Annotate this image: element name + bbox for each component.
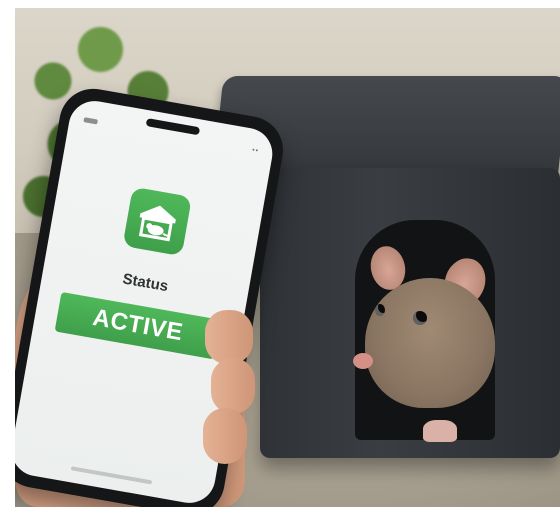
photo-scene: •• Status ACTIVE (15, 8, 560, 507)
rat-eye-left (375, 304, 385, 316)
finger (203, 408, 247, 464)
rat-nose (353, 353, 373, 369)
status-active-badge[interactable]: ACTIVE (54, 291, 222, 360)
rat-paw (423, 420, 457, 442)
rat (365, 278, 495, 408)
house-mouse-icon[interactable] (122, 186, 192, 257)
house-mouse-icon-glyph (138, 205, 176, 242)
status-bar-indicator (83, 117, 99, 125)
rat-eye-right (413, 311, 427, 325)
home-indicator[interactable] (70, 466, 153, 485)
phone-speaker-notch (145, 118, 201, 136)
finger (205, 310, 253, 364)
status-bar-icons: •• (251, 146, 260, 155)
finger (211, 358, 255, 414)
